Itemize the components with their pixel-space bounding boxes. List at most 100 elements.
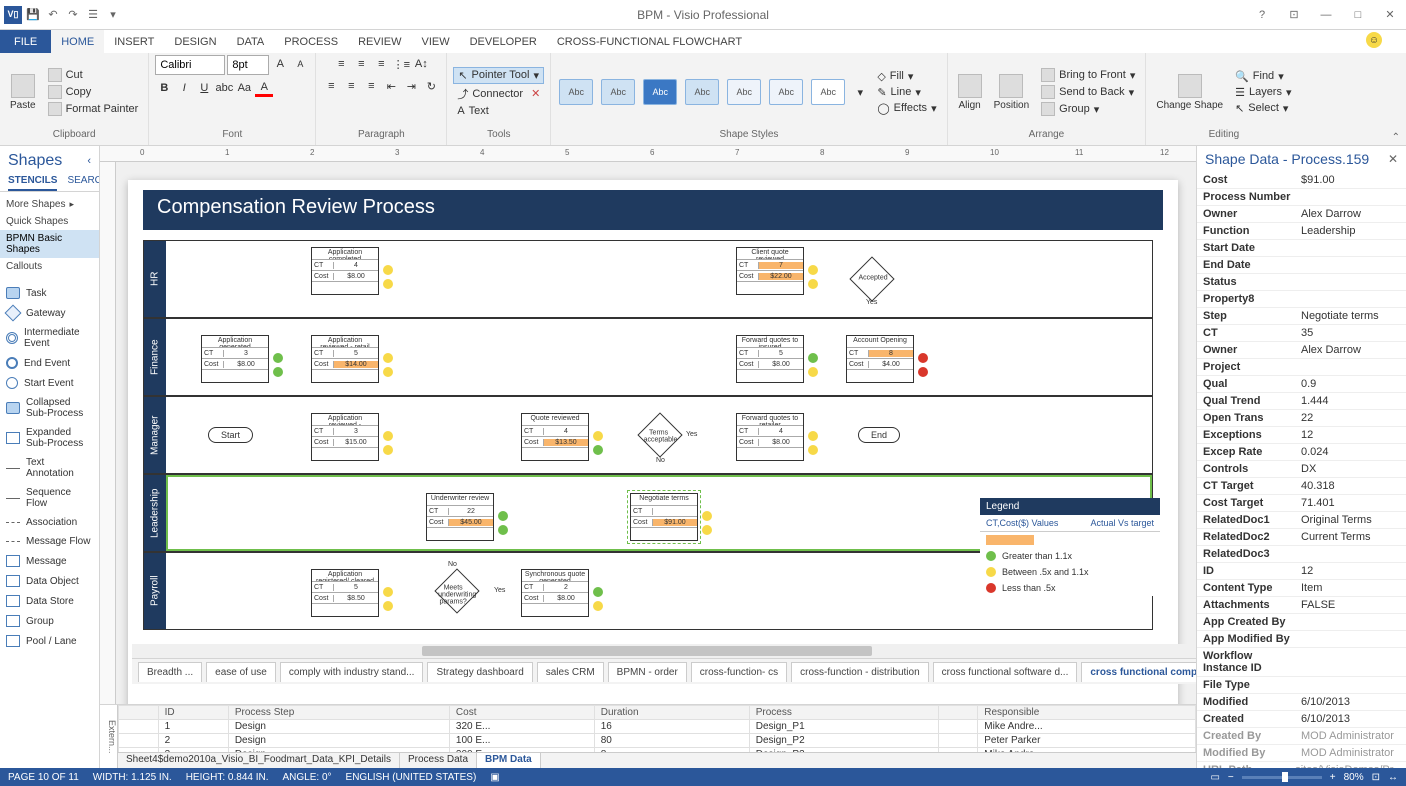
shape-data-row[interactable]: End Date <box>1197 257 1406 274</box>
shape-data-row[interactable]: CT35 <box>1197 325 1406 342</box>
developer-tab[interactable]: DEVELOPER <box>460 30 547 53</box>
shape-palette-item[interactable]: End Event <box>0 353 99 373</box>
shape-palette-item[interactable]: Start Event <box>0 373 99 393</box>
table-cell[interactable] <box>938 720 978 734</box>
shape-palette-item[interactable]: Gateway <box>0 303 99 323</box>
shape-data-row[interactable]: RelatedDoc2Current Terms <box>1197 529 1406 546</box>
indent-icon[interactable]: A↕ <box>412 55 430 73</box>
shape-palette-item[interactable]: Message <box>0 551 99 571</box>
shape-data-row[interactable]: Exceptions12 <box>1197 427 1406 444</box>
underline-button[interactable]: U <box>195 79 213 97</box>
external-data-label[interactable]: Extern... <box>100 705 118 768</box>
file-tab[interactable]: FILE <box>0 30 51 53</box>
shape-data-row[interactable]: Property8 <box>1197 291 1406 308</box>
scrollbar-thumb[interactable] <box>422 646 872 656</box>
table-cell[interactable]: 2 <box>158 734 228 748</box>
shape-data-row[interactable]: App Modified By <box>1197 631 1406 648</box>
save-icon[interactable]: 💾 <box>24 6 42 24</box>
style-swatch-7[interactable]: Abc <box>811 79 845 105</box>
shape-palette-item[interactable]: Data Store <box>0 591 99 611</box>
property-value[interactable] <box>1297 189 1406 205</box>
text-tool-button[interactable]: AText <box>453 104 544 118</box>
column-header[interactable] <box>938 706 978 720</box>
task-app_rev_whole[interactable]: Application reviewed - wholesaleCT3Cost$… <box>311 413 379 461</box>
property-value[interactable]: Original Terms <box>1297 512 1406 528</box>
diagram-title[interactable]: Compensation Review Process <box>143 190 1163 230</box>
shape-data-row[interactable]: Qual Trend1.444 <box>1197 393 1406 410</box>
table-cell[interactable]: 1 <box>158 720 228 734</box>
page-tab[interactable]: cross functional compen... <box>1081 662 1196 682</box>
task-uw_review[interactable]: Underwriter reviewCT22Cost$45.00 <box>426 493 494 541</box>
shape-palette-item[interactable]: Sequence Flow <box>0 483 99 513</box>
property-value[interactable]: 6/10/2013 <box>1297 711 1406 727</box>
page-tab[interactable]: cross-function- cs <box>691 662 787 682</box>
cut-button[interactable]: Cut <box>44 67 143 83</box>
property-value[interactable]: 0.024 <box>1297 444 1406 460</box>
property-value[interactable] <box>1297 274 1406 290</box>
page-indicator[interactable]: PAGE 10 OF 11 <box>8 772 79 783</box>
layers-button[interactable]: ☰Layers▾ <box>1231 85 1295 100</box>
property-value[interactable] <box>1297 648 1406 676</box>
bold-button[interactable]: B <box>155 79 173 97</box>
style-swatch-6[interactable]: Abc <box>769 79 803 105</box>
align-top-icon[interactable]: ≡ <box>332 55 350 73</box>
property-value[interactable] <box>1297 614 1406 630</box>
format-painter-button[interactable]: Format Painter <box>44 101 143 117</box>
property-value[interactable] <box>1297 677 1406 693</box>
horizontal-scrollbar[interactable] <box>132 644 1196 658</box>
shape-data-row[interactable]: OwnerAlex Darrow <box>1197 206 1406 223</box>
shape-data-row[interactable]: CT Target40.318 <box>1197 478 1406 495</box>
table-cell[interactable]: Design <box>228 734 449 748</box>
data-source-tab[interactable]: Sheet4$demo2010a_Visio_BI_Foodmart_Data_… <box>118 753 400 768</box>
property-value[interactable] <box>1297 291 1406 307</box>
bring-front-button[interactable]: Bring to Front▾ <box>1037 67 1139 83</box>
align-right-icon[interactable]: ≡ <box>362 77 380 95</box>
property-value[interactable]: 1.444 <box>1297 393 1406 409</box>
macro-icon[interactable]: ▣ <box>490 772 499 783</box>
zoom-in-icon[interactable]: + <box>1330 772 1336 783</box>
table-cell[interactable]: 100 E... <box>449 734 594 748</box>
shape-palette-item[interactable]: Association <box>0 513 99 532</box>
bullets-icon[interactable]: ⋮≡ <box>392 55 410 73</box>
strike-button[interactable]: abc <box>215 79 233 97</box>
zoom-out-icon[interactable]: − <box>1228 772 1234 783</box>
view-tab[interactable]: VIEW <box>411 30 459 53</box>
undo-icon[interactable]: ↶ <box>44 6 62 24</box>
paste-button[interactable]: Paste <box>6 72 40 113</box>
fill-button[interactable]: ◇Fill▾ <box>873 69 940 84</box>
font-color-button[interactable]: A <box>255 79 273 97</box>
touch-mode-icon[interactable]: ☰ <box>84 6 102 24</box>
shape-data-row[interactable]: RelatedDoc1Original Terms <box>1197 512 1406 529</box>
column-header[interactable]: Responsible <box>978 706 1196 720</box>
shape-data-row[interactable]: URL Pathsites/VisioDemos/Pr... <box>1197 762 1406 768</box>
property-value[interactable]: Current Terms <box>1297 529 1406 545</box>
shape-data-row[interactable]: App Created By <box>1197 614 1406 631</box>
data-source-tab[interactable]: BPM Data <box>477 753 541 768</box>
more-shapes-item[interactable]: More Shapes▸ <box>0 196 99 213</box>
property-value[interactable]: FALSE <box>1297 597 1406 613</box>
shape-data-row[interactable]: Modified6/10/2013 <box>1197 694 1406 711</box>
redo-icon[interactable]: ↷ <box>64 6 82 24</box>
ribbon-display-icon[interactable]: ⊡ <box>1282 5 1306 25</box>
shape-palette-item[interactable]: Data Object <box>0 571 99 591</box>
canvas[interactable]: Compensation Review Process HRApplicatio… <box>116 162 1196 704</box>
gateway-meets[interactable]: Meets underwriting params? <box>434 568 479 613</box>
page-tab[interactable]: Strategy dashboard <box>427 662 532 682</box>
table-cell[interactable]: Design_P1 <box>749 720 938 734</box>
task-neg_terms[interactable]: Negotiate termsCTCost$91.00 <box>630 493 698 541</box>
column-header[interactable]: Duration <box>594 706 749 720</box>
shape-data-row[interactable]: RelatedDoc3 <box>1197 546 1406 563</box>
property-value[interactable]: Leadership <box>1297 223 1406 239</box>
task-app_completed[interactable]: Application completedCT4Cost$8.00 <box>311 247 379 295</box>
feedback-smiley-icon[interactable]: ☺ <box>1366 32 1382 48</box>
case-button[interactable]: Aa <box>235 79 253 97</box>
send-back-button[interactable]: Send to Back▾ <box>1037 84 1139 100</box>
styles-more-icon[interactable]: ▾ <box>851 83 869 101</box>
lane-manager[interactable]: ManagerStartApplication reviewed - whole… <box>143 396 1153 474</box>
rotate-icon[interactable]: ↻ <box>422 77 440 95</box>
shape-data-row[interactable]: AttachmentsFALSE <box>1197 597 1406 614</box>
page-tab[interactable]: cross-function - distribution <box>791 662 929 682</box>
collapse-ribbon-icon[interactable]: ⌃ <box>1392 132 1400 143</box>
zoom-slider[interactable] <box>1242 776 1322 779</box>
minimize-icon[interactable]: — <box>1314 5 1338 25</box>
